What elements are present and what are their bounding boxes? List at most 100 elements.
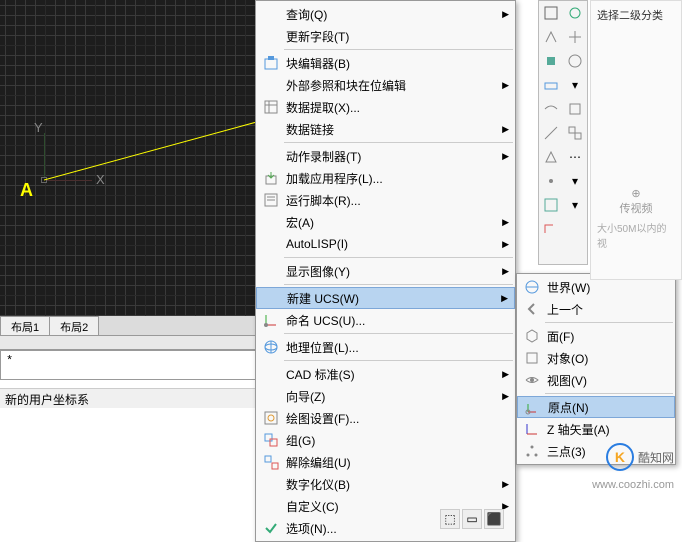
tool-icon[interactable] — [539, 217, 563, 241]
tools-menu-item-26[interactable]: 数字化仪(B)▶ — [256, 473, 515, 495]
ucs-submenu-item-7[interactable]: 原点(N) — [517, 396, 675, 418]
tools-menu-item-10[interactable]: 运行脚本(R)... — [256, 189, 515, 211]
blank-icon — [260, 27, 282, 45]
blank-icon — [260, 497, 282, 515]
tool-icon[interactable]: ▾ — [563, 169, 587, 193]
tool-icon[interactable] — [539, 169, 563, 193]
panel-header[interactable]: 选择二级分类 — [595, 5, 677, 25]
zaxis-icon — [521, 420, 543, 438]
tools-menu-item-16[interactable]: 新建 UCS(W)▶ — [256, 287, 515, 309]
obj-icon — [521, 349, 543, 367]
blank-icon — [261, 289, 283, 307]
tool-icon[interactable] — [539, 49, 563, 73]
tab-layout2[interactable]: 布局2 — [49, 316, 99, 335]
command-line[interactable]: * — [0, 350, 261, 380]
blank-icon — [260, 235, 282, 253]
menu-label: 向导(Z) — [286, 388, 495, 405]
tools-menu-item-3[interactable]: 块编辑器(B) — [256, 52, 515, 74]
submenu-arrow-icon: ▶ — [502, 80, 509, 91]
three-icon — [521, 442, 543, 460]
tools-menu-item-8[interactable]: 动作录制器(T) ▶ — [256, 145, 515, 167]
tools-menu-item-24[interactable]: 组(G) — [256, 429, 515, 451]
ucs-submenu-item-1[interactable]: 上一个 — [517, 298, 675, 320]
ucs-submenu-item-4[interactable]: 对象(O) — [517, 347, 675, 369]
block-icon — [260, 54, 282, 72]
menu-label: 世界(W) — [547, 279, 655, 296]
layout-tabs: 布局1 布局2 — [0, 316, 255, 336]
blank-icon — [260, 387, 282, 405]
menu-label: 数据提取(X)... — [286, 99, 495, 116]
menu-separator — [545, 322, 673, 323]
watermark-url: www.coozhi.com — [592, 479, 674, 491]
tools-menu-item-6[interactable]: 数据链接▶ — [256, 118, 515, 140]
upload-video[interactable]: ⊕ 传视频 — [595, 185, 677, 218]
ucs-submenu: 世界(W)上一个面(F)对象(O)视图(V)原点(N)Z 轴矢量(A)三点(3) — [516, 273, 676, 465]
tool-icon[interactable] — [563, 49, 587, 73]
submenu-arrow-icon: ▶ — [502, 151, 509, 162]
blank-icon — [260, 213, 282, 231]
tool-icon[interactable]: ▾ — [563, 73, 587, 97]
tools-menu-item-23[interactable]: 绘图设置(F)... — [256, 407, 515, 429]
menu-label: 宏(A) — [286, 214, 495, 231]
blank-icon — [260, 5, 282, 23]
load-icon — [260, 169, 282, 187]
tools-menu-item-12[interactable]: AutoLISP(I)▶ — [256, 233, 515, 255]
menu-label: 绘图设置(F)... — [286, 410, 495, 427]
ucs-submenu-item-8[interactable]: Z 轴矢量(A) — [517, 418, 675, 440]
ucs-submenu-item-3[interactable]: 面(F) — [517, 325, 675, 347]
tools-menu-item-19[interactable]: 地理位置(L)... — [256, 336, 515, 358]
ucs-submenu-item-5[interactable]: 视图(V) — [517, 369, 675, 391]
tools-menu-item-11[interactable]: 宏(A)▶ — [256, 211, 515, 233]
tool-icon[interactable] — [563, 1, 587, 25]
tool-icon[interactable] — [539, 97, 563, 121]
tools-menu-item-17[interactable]: 命名 UCS(U)... — [256, 309, 515, 331]
drawing-canvas[interactable]: Y X A — [0, 0, 255, 325]
tab-layout1[interactable]: 布局1 — [0, 316, 50, 335]
tools-menu-item-4[interactable]: 外部参照和块在位编辑▶ — [256, 74, 515, 96]
view-icon — [521, 371, 543, 389]
menu-separator — [284, 333, 513, 334]
bottom-toolbar: ⬚ ▭ ⬛ — [440, 509, 504, 529]
menu-label: 动作录制器(T) — [286, 148, 495, 165]
tools-menu-item-14[interactable]: 显示图像(Y)▶ — [256, 260, 515, 282]
blank-icon — [260, 147, 282, 165]
menu-label: 组(G) — [286, 432, 495, 449]
tools-menu-item-1[interactable]: 更新字段(T) — [256, 25, 515, 47]
tools-menu-item-9[interactable]: 加载应用程序(L)... — [256, 167, 515, 189]
bt-icon[interactable]: ⬚ — [440, 509, 460, 529]
tools-menu-item-0[interactable]: 查询(Q)▶ — [256, 3, 515, 25]
tool-icon[interactable] — [539, 193, 563, 217]
point-a-label: A — [20, 180, 33, 201]
tool-icon[interactable] — [563, 121, 587, 145]
submenu-arrow-icon: ▶ — [502, 266, 509, 277]
tools-menu-item-22[interactable]: 向导(Z)▶ — [256, 385, 515, 407]
menu-label: 面(F) — [547, 328, 655, 345]
menu-separator — [545, 393, 673, 394]
tool-icon[interactable] — [539, 73, 563, 97]
script-icon — [260, 191, 282, 209]
construction-line — [44, 120, 264, 182]
menu-separator — [284, 257, 513, 258]
bt-icon[interactable]: ⬛ — [484, 509, 504, 529]
bt-icon[interactable]: ▭ — [462, 509, 482, 529]
menu-label: 对象(O) — [547, 350, 655, 367]
face-icon — [521, 327, 543, 345]
tool-icon[interactable] — [563, 25, 587, 49]
tools-menu-item-5[interactable]: 数据提取(X)... — [256, 96, 515, 118]
tool-icon[interactable] — [539, 25, 563, 49]
ucs-icon — [260, 311, 282, 329]
tool-icon[interactable] — [563, 97, 587, 121]
tool-icon[interactable]: ⋯ — [563, 145, 587, 169]
tool-icon[interactable] — [539, 121, 563, 145]
tools-menu-item-25[interactable]: 解除编组(U) — [256, 451, 515, 473]
tool-icon[interactable] — [539, 1, 563, 25]
right-toolbar: ▾ ⋯ ▾ ▾ — [538, 0, 588, 265]
menu-separator — [284, 360, 513, 361]
watermark: K 酷知网 — [606, 443, 674, 471]
tool-icon[interactable]: ▾ — [563, 193, 587, 217]
tool-icon[interactable] — [539, 145, 563, 169]
tools-menu-item-21[interactable]: CAD 标准(S)▶ — [256, 363, 515, 385]
spacer — [0, 336, 255, 350]
menu-label: 运行脚本(R)... — [286, 192, 495, 209]
menu-separator — [284, 142, 513, 143]
